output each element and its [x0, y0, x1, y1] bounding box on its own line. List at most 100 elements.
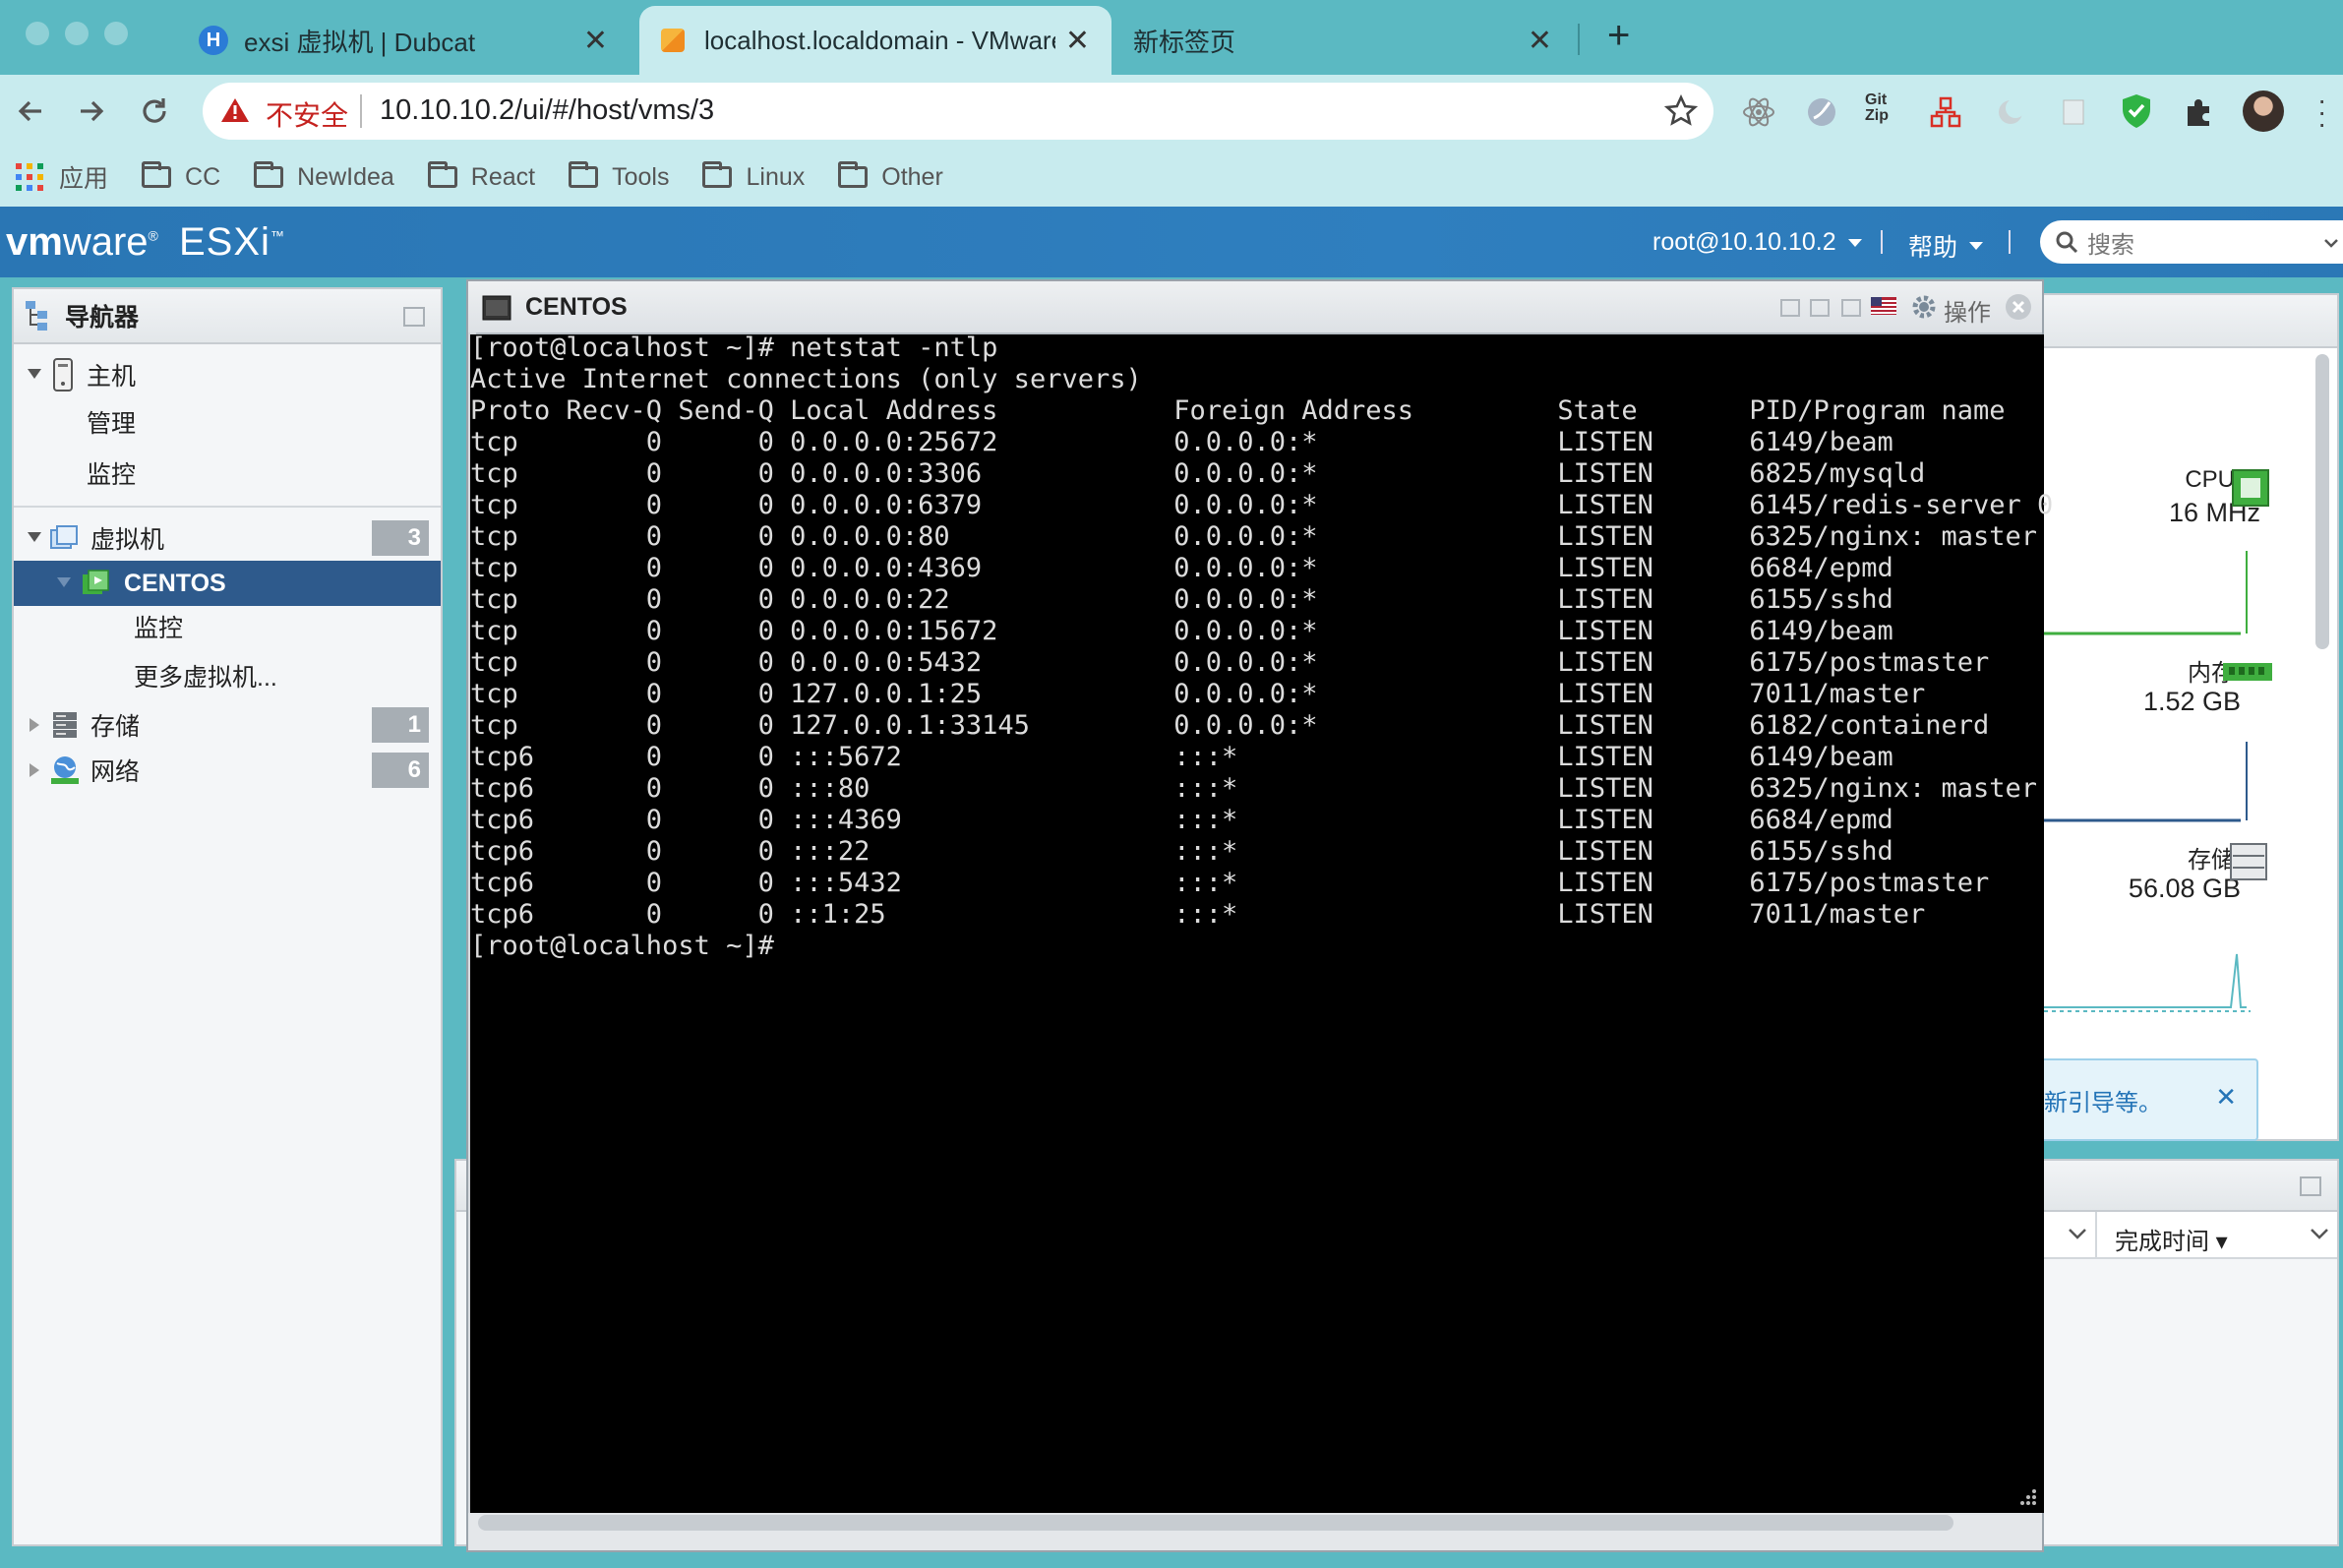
reload-icon[interactable] — [138, 94, 171, 128]
notice-banner: 新引导等。 ✕ — [2034, 1058, 2258, 1141]
url-text[interactable]: 10.10.10.2/ui/#/host/vms/3 — [380, 94, 714, 127]
gear-icon[interactable] — [1910, 293, 1938, 321]
bookmark-apps[interactable]: 应用 — [16, 159, 108, 195]
network-extension-icon[interactable] — [1928, 94, 1963, 130]
bookmark-folder-cc[interactable]: CC — [142, 161, 220, 192]
console-close-icon[interactable] — [2005, 293, 2032, 321]
terminal-line: tcp 0 0 0.0.0.0:3306 0.0.0.0:* LISTEN 68… — [470, 458, 1926, 489]
chevron-right-icon[interactable] — [30, 718, 41, 732]
tab-vmware[interactable]: localhost.localdomain - VMware ✕ — [639, 6, 1111, 75]
chevron-down-icon — [2324, 239, 2338, 248]
chevron-down-icon[interactable] — [28, 532, 41, 544]
vm-icon — [50, 525, 78, 549]
window-minimize-dot[interactable] — [65, 22, 89, 45]
console-maximize-icon[interactable] — [1841, 299, 1861, 317]
bookmark-label: NewIdea — [297, 162, 394, 191]
chevron-right-icon[interactable] — [30, 763, 41, 777]
nav-item-centos-selected[interactable]: CENTOS — [14, 561, 441, 606]
cpu-label: CPU — [2185, 466, 2235, 493]
bookmark-label: Other — [881, 162, 943, 191]
terminal-line: tcp 0 0 0.0.0.0:4369 0.0.0.0:* LISTEN 66… — [470, 553, 1893, 583]
bookmark-folder-other[interactable]: Other — [838, 161, 943, 192]
moon-extension-icon[interactable] — [1993, 94, 2028, 130]
bookmark-folder-newidea[interactable]: NewIdea — [254, 161, 394, 192]
tab-close-icon[interactable]: ✕ — [1065, 24, 1090, 58]
terminal-line: tcp 0 0 0.0.0.0:15672 0.0.0.0:* LISTEN 6… — [470, 616, 1893, 646]
resize-grip-icon[interactable] — [2016, 1487, 2038, 1509]
nav-item-network[interactable]: 网络 6 — [14, 748, 441, 793]
help-menu[interactable]: 帮助 — [1908, 228, 1985, 264]
shield-extension-icon[interactable] — [2119, 92, 2154, 130]
bookmark-label: Tools — [612, 162, 670, 191]
keyboard-layout-flag-icon[interactable] — [1871, 297, 1896, 315]
nav-item-storage[interactable]: 存储 1 — [14, 702, 441, 748]
new-tab-button[interactable]: + — [1607, 14, 1630, 58]
nav-label: 主机 — [87, 363, 137, 391]
terminal-line: tcp6 0 0 ::1:25 :::* LISTEN 7011/master — [470, 899, 1926, 930]
esxi-header: vmware® ESXi™ root@10.10.10.2 帮助 搜索 — [0, 207, 2343, 277]
profile-avatar[interactable] — [2243, 90, 2284, 132]
search-input[interactable]: 搜索 — [2040, 220, 2343, 264]
memory-usage-sparkline — [2044, 742, 2248, 822]
window-close-dot[interactable] — [26, 22, 49, 45]
star-icon[interactable] — [1664, 94, 1698, 128]
vmware-esxi-logo: vmware® ESXi™ — [6, 220, 284, 264]
logo-vm: vm — [6, 220, 63, 264]
chevron-down-icon[interactable] — [2068, 1228, 2087, 1239]
bookmark-folder-react[interactable]: React — [427, 161, 535, 192]
browser-menu-icon[interactable]: · · · — [2317, 87, 2326, 138]
nav-item-manage[interactable]: 管理 — [14, 399, 441, 445]
bookmark-folder-tools[interactable]: Tools — [569, 161, 670, 192]
nav-item-monitor[interactable]: 监控 — [14, 451, 441, 496]
back-icon[interactable] — [14, 94, 47, 128]
bookmark-folder-linux[interactable]: Linux — [702, 161, 806, 192]
collapse-panel-icon[interactable] — [403, 307, 425, 327]
tab-close-icon[interactable]: ✕ — [1528, 24, 1552, 58]
nav-item-more-vms[interactable]: 更多虚拟机... — [14, 653, 441, 698]
bookmark-label: Linux — [746, 162, 806, 191]
console-titlebar: CENTOS 操作 — [468, 281, 2042, 334]
react-extension-icon[interactable] — [1741, 94, 1776, 130]
nav-label: 虚拟机 — [90, 526, 165, 554]
page-extension-icon[interactable] — [2056, 94, 2091, 130]
storage-icon — [2230, 843, 2267, 880]
notice-close-icon[interactable]: ✕ — [2215, 1082, 2237, 1113]
extension-icon[interactable] — [2182, 94, 2217, 130]
console-title: CENTOS — [525, 293, 628, 321]
nav-item-vm-monitor[interactable]: 监控 — [14, 604, 441, 649]
terminal-line: tcp6 0 0 :::22 :::* LISTEN 6155/sshd — [470, 836, 1893, 867]
terminal-line: tcp 0 0 127.0.0.1:33145 0.0.0.0:* LISTEN… — [470, 710, 1990, 741]
console-horizontal-scrollbar[interactable] — [478, 1515, 1953, 1531]
chevron-down-icon[interactable] — [28, 369, 41, 381]
summary-scrollbar[interactable] — [2315, 354, 2329, 649]
forward-icon[interactable] — [75, 94, 108, 128]
gitzip-extension-icon[interactable]: Git Zip — [1865, 92, 1889, 124]
terminal-line: Proto Recv-Q Send-Q Local Address Foreig… — [470, 395, 2006, 426]
completed-time-column[interactable]: 完成时间 ▾ — [2115, 1222, 2228, 1256]
tab-new[interactable]: 新标签页 ✕ — [1111, 6, 1574, 75]
nav-item-vms[interactable]: 虚拟机 3 — [14, 515, 441, 561]
window-zoom-dot[interactable] — [104, 22, 128, 45]
vmware-favicon-icon — [661, 29, 685, 52]
tab-dubcat[interactable]: H exsi 虚拟机 | Dubcat ✕ — [177, 6, 630, 75]
address-bar[interactable]: 不安全 10.10.10.2/ui/#/host/vms/3 — [203, 83, 1713, 140]
console-restore-icon[interactable] — [1810, 299, 1830, 317]
tasks-column-header-row: 完成时间 ▾ — [2044, 1212, 2337, 1259]
terminal-line: tcp 0 0 127.0.0.1:25 0.0.0.0:* LISTEN 70… — [470, 679, 1926, 709]
terminal-line: tcp 0 0 0.0.0.0:6379 0.0.0.0:* LISTEN 61… — [470, 490, 2054, 520]
console-minimize-icon[interactable] — [1780, 299, 1800, 317]
chevron-down-icon[interactable] — [2310, 1228, 2329, 1239]
header-divider — [2009, 230, 2011, 254]
nav-label: 网络 — [90, 758, 141, 786]
circle-extension-icon[interactable] — [1804, 94, 1839, 130]
storage-label: 存储 — [2188, 847, 2235, 874]
collapse-panel-icon[interactable] — [2300, 1176, 2321, 1196]
bookmarks-bar: 应用 CC NewIdea React Tools Linux Other — [0, 148, 2343, 207]
chevron-down-icon[interactable] — [57, 577, 71, 589]
user-menu[interactable]: root@10.10.10.2 — [1652, 228, 1864, 257]
network-icon — [51, 756, 79, 784]
storage-usage-sparkline — [2044, 953, 2251, 1012]
nav-item-host[interactable]: 主机 — [14, 352, 441, 397]
console-actions-menu[interactable]: 操作 — [1944, 293, 1991, 328]
tab-close-icon[interactable]: ✕ — [583, 24, 608, 58]
